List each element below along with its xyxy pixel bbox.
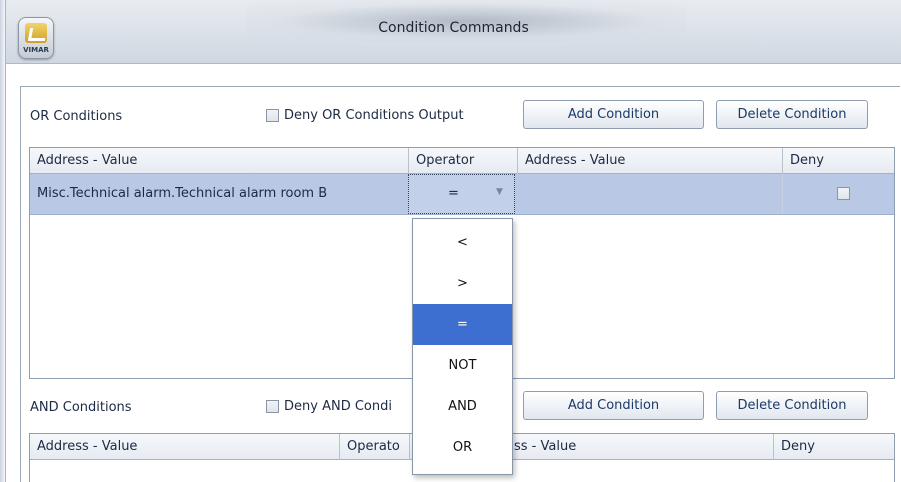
logo-text: VIMAR — [23, 46, 49, 54]
and-col-address-value[interactable]: Address - Value — [30, 434, 340, 460]
and-col-operator[interactable]: Operato — [340, 434, 410, 460]
deny-and-output-option[interactable]: Deny AND Condi — [266, 399, 392, 414]
title-bar: Condition Commands VIMAR — [6, 0, 901, 64]
or-delete-condition-button[interactable]: Delete Condition — [716, 100, 868, 129]
and-conditions-label: AND Conditions — [30, 400, 132, 415]
and-delete-condition-button[interactable]: Delete Condition — [716, 391, 868, 420]
window-left-border — [0, 0, 6, 482]
window-title: Condition Commands — [378, 20, 529, 36]
vimar-logo-icon — [25, 23, 47, 43]
deny-or-output-checkbox[interactable] — [266, 109, 279, 122]
or-grid-header: Address - Value Operator Address - Value… — [30, 148, 894, 174]
row-address-value-2[interactable] — [518, 174, 783, 214]
or-col-address-value-2[interactable]: Address - Value — [518, 148, 783, 174]
deny-or-output-option[interactable]: Deny OR Conditions Output — [266, 108, 464, 123]
operator-option-and[interactable]: AND — [413, 386, 512, 427]
operator-combobox[interactable]: = ▼ — [408, 174, 515, 214]
operator-dropdown-list[interactable]: < > = NOT AND OR — [412, 218, 513, 475]
row-deny-checkbox[interactable] — [837, 187, 850, 200]
operator-option-equals[interactable]: = — [413, 304, 512, 345]
operator-option-or[interactable]: OR — [413, 427, 512, 468]
operator-option-less-than[interactable]: < — [413, 222, 512, 263]
or-col-address-value[interactable]: Address - Value — [30, 148, 409, 174]
condition-commands-window: Condition Commands VIMAR OR Conditions D… — [0, 0, 901, 482]
or-col-operator[interactable]: Operator — [409, 148, 518, 174]
and-add-condition-button[interactable]: Add Condition — [523, 391, 704, 420]
or-add-condition-button[interactable]: Add Condition — [523, 100, 704, 129]
and-col-address-value-2[interactable]: ss - Value — [514, 434, 774, 460]
operator-option-not[interactable]: NOT — [413, 345, 512, 386]
deny-and-output-label: Deny AND Condi — [284, 399, 392, 414]
row-address-value[interactable]: Misc.Technical alarm.Technical alarm roo… — [30, 174, 409, 214]
operator-option-greater-than[interactable]: > — [413, 263, 512, 304]
operator-current-value: = — [448, 186, 459, 201]
row-deny-cell[interactable] — [783, 174, 894, 214]
deny-and-output-checkbox[interactable] — [266, 400, 279, 413]
app-menu-button[interactable]: VIMAR — [18, 17, 54, 59]
or-col-deny[interactable]: Deny — [783, 148, 894, 174]
chevron-down-icon[interactable]: ▼ — [496, 187, 503, 197]
and-col-deny[interactable]: Deny — [774, 434, 894, 460]
deny-or-output-label: Deny OR Conditions Output — [284, 108, 464, 123]
or-conditions-label: OR Conditions — [30, 109, 123, 124]
